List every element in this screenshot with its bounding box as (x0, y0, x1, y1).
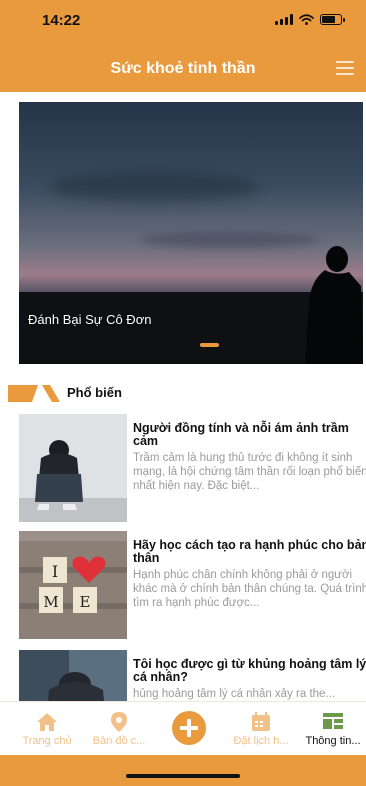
status-time: 14:22 (42, 12, 81, 29)
article-excerpt: Hạnh phúc chân chính không phải ở người … (133, 569, 366, 609)
carousel-indicator (200, 343, 219, 347)
section-flag-icon (8, 385, 60, 402)
wifi-icon (299, 14, 314, 25)
tab-label: Đặt lịch h... (233, 735, 289, 747)
home-icon (37, 713, 57, 731)
banner-caption: Đánh Bại Sự Cô Đơn (28, 312, 152, 327)
tab-info[interactable]: Thông tin... (300, 702, 366, 756)
article-thumbnail (19, 414, 127, 522)
person-silhouette-image (305, 246, 363, 364)
hamburger-menu-icon[interactable] (336, 61, 354, 75)
tab-label: Bản đồ c... (92, 735, 146, 747)
status-bar: 14:22 (0, 0, 366, 46)
add-button[interactable] (172, 711, 206, 745)
article-thumbnail: I M E (19, 531, 127, 639)
tab-appointment[interactable]: Đặt lịch h... (226, 702, 296, 756)
tab-map[interactable]: Bản đồ c... (84, 702, 154, 756)
svg-text:M: M (43, 593, 58, 611)
tab-label: Trang chủ (22, 735, 72, 747)
article-item[interactable]: I M E Hãy học cách tạo ra hạnh phúc cho … (19, 531, 366, 639)
tab-home[interactable]: Trang chủ (12, 702, 82, 756)
section-title: Phổ biến (67, 385, 122, 400)
article-title: Người đồng tính và nỗi ám ảnh trầm cảm (133, 421, 349, 448)
home-indicator-bar (0, 755, 366, 786)
section-header: Phổ biến (8, 382, 208, 404)
signal-icon (275, 14, 293, 25)
featured-banner[interactable]: Đánh Bại Sự Cô Đơn (19, 102, 363, 364)
article-excerpt: Trầm cảm là hung thủ tước đi không ít si… (133, 452, 366, 492)
article-thumbnail (19, 650, 127, 701)
article-item[interactable]: Người đồng tính và nỗi ám ảnh trầm cảm T… (19, 414, 366, 522)
svg-text:I: I (52, 562, 58, 581)
map-pin-icon (111, 712, 127, 732)
tab-label: Thông tin... (305, 735, 361, 747)
article-item[interactable]: Tôi học được gì từ khủng hoảng tâm lý cá… (19, 650, 366, 701)
bottom-tab-bar: Trang chủ Bản đồ c... Đặt lịch h... Thôn… (0, 701, 366, 755)
article-title: Tôi học được gì từ khủng hoảng tâm lý cá… (133, 657, 366, 684)
article-excerpt: hủng hoảng tâm lý cá nhân xảy ra the... (133, 688, 336, 700)
page-title: Sức khoẻ tinh thần (110, 60, 256, 77)
calendar-icon (252, 712, 270, 731)
home-indicator[interactable] (126, 774, 240, 778)
info-layout-icon (323, 713, 343, 729)
battery-icon (320, 14, 345, 25)
nav-bar: Sức khoẻ tinh thần (0, 46, 366, 92)
status-icons (275, 14, 345, 25)
article-title: Hãy học cách tạo ra hạnh phúc cho bản th… (133, 538, 366, 565)
svg-text:E: E (80, 593, 91, 611)
